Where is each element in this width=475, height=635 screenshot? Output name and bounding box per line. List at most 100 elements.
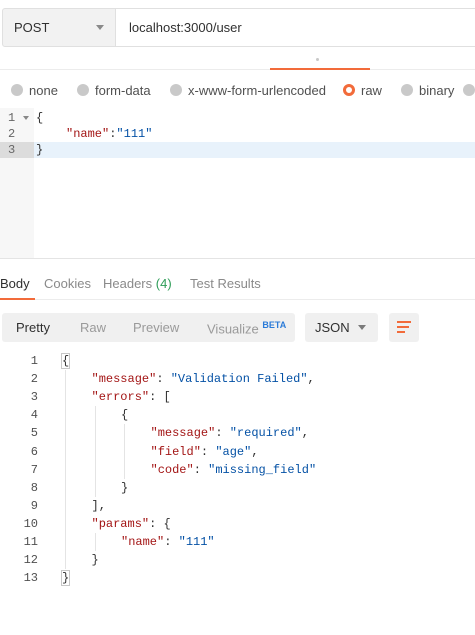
request-body-editor[interactable]: 1 { 2 "name":"111" 3 }	[0, 108, 475, 258]
headers-count-badge: (4)	[155, 276, 172, 291]
code-text: "params": {	[92, 515, 171, 533]
radio-more[interactable]	[463, 80, 475, 100]
method-select[interactable]: POST	[2, 8, 116, 47]
radio-binary[interactable]: binary	[401, 80, 454, 100]
json-punctuation: }	[62, 571, 70, 586]
line-number: 4	[30, 408, 38, 423]
radio-label: raw	[361, 82, 382, 98]
json-key: "field"	[150, 444, 201, 459]
radio-raw[interactable]: raw	[343, 80, 382, 100]
json-punctuation: :	[200, 444, 216, 459]
json-value: "missing_field"	[208, 462, 317, 477]
json-punctuation: :	[215, 426, 230, 441]
json-punctuation: :	[156, 372, 171, 387]
line-number: 10	[23, 516, 38, 531]
radio-form-data[interactable]: form-data	[77, 80, 151, 100]
response-line: 10 "params": {	[0, 515, 475, 533]
line-number: 3	[30, 390, 38, 405]
json-value: "required"	[229, 426, 302, 441]
pane-divider[interactable]	[0, 258, 475, 259]
url-input[interactable]: localhost:3000/user	[116, 8, 475, 47]
line-number: 11	[23, 535, 38, 549]
json-punctuation: }	[91, 553, 99, 568]
line-number: 2	[30, 372, 38, 387]
tab-test-results[interactable]: Test Results	[190, 276, 261, 291]
line-number: 1	[30, 354, 38, 368]
json-value: "111"	[178, 535, 215, 549]
editor-line: 2 "name":"111"	[0, 126, 475, 142]
json-punctuation: }	[121, 480, 129, 495]
code-text: "field": "age",	[151, 443, 259, 461]
radio-label: none	[29, 82, 58, 98]
code-text: {	[36, 111, 44, 125]
chevron-down-icon	[96, 25, 104, 30]
body-type-selector: none form-data x-www-form-urlencoded raw…	[0, 80, 475, 100]
active-tab-underline	[270, 68, 370, 70]
code-text: }	[121, 479, 128, 497]
wrap-lines-button[interactable]	[389, 313, 419, 342]
json-punctuation: :	[193, 462, 209, 477]
code-text: }	[62, 569, 69, 587]
response-line: 4{	[0, 406, 475, 424]
fold-arrow-icon[interactable]	[23, 116, 29, 120]
view-preview-button[interactable]: Preview	[133, 320, 179, 335]
view-pretty-button[interactable]: Pretty	[16, 320, 50, 335]
format-select[interactable]: JSON	[305, 313, 378, 342]
line-number: 3	[8, 143, 16, 157]
radio-label: form-data	[95, 82, 151, 98]
response-tabs: Body Cookies Headers (4) Test Results	[0, 270, 475, 300]
json-value: "Validation Failed"	[170, 372, 308, 387]
json-key: "code"	[150, 462, 194, 477]
json-key: "errors"	[91, 390, 150, 405]
json-punctuation: {	[62, 354, 70, 368]
json-key: "message"	[91, 372, 157, 387]
response-line: 7 "code": "missing_field"	[0, 461, 475, 479]
line-number: 13	[23, 571, 38, 586]
code-text: "name": "111"	[121, 533, 215, 551]
tab-indicator-dot	[316, 58, 319, 61]
json-value: "111"	[116, 127, 153, 141]
radio-x-www-form-urlencoded[interactable]: x-www-form-urlencoded	[170, 80, 326, 100]
line-number: 6	[30, 444, 38, 459]
radio-icon	[77, 84, 89, 96]
response-line: 5 "message": "required",	[0, 424, 475, 442]
response-line: 8}	[0, 479, 475, 497]
json-value: "age"	[215, 444, 252, 459]
code-text: {	[62, 352, 69, 370]
json-punctuation: {	[121, 408, 129, 423]
radio-none[interactable]: none	[11, 80, 58, 100]
radio-icon	[170, 84, 182, 96]
radio-label: binary	[419, 82, 455, 98]
tab-cookies[interactable]: Cookies	[44, 276, 91, 291]
json-punctuation: : {	[149, 516, 171, 531]
line-number: 12	[23, 553, 38, 568]
tab-headers[interactable]: Headers (4)	[103, 276, 172, 291]
json-punctuation: ,	[251, 444, 259, 459]
code-text: "errors": [	[92, 388, 171, 406]
response-line: 1{	[0, 352, 475, 370]
response-line: 13}	[0, 569, 475, 587]
code-text: "message": "Validation Failed",	[92, 370, 315, 388]
line-number: 5	[30, 426, 38, 441]
response-line: 9],	[0, 497, 475, 515]
view-visualize-button[interactable]: Visualize BETA	[207, 320, 286, 336]
radio-icon	[11, 84, 23, 96]
code-text: ],	[92, 497, 106, 515]
format-label: JSON	[315, 320, 350, 335]
code-text: "message": "required",	[151, 424, 309, 442]
active-tab-underline	[0, 298, 35, 300]
radio-label: x-www-form-urlencoded	[188, 82, 326, 98]
tab-body[interactable]: Body	[0, 276, 30, 291]
method-label: POST	[14, 20, 50, 35]
response-line: 11 "name": "111"	[0, 533, 475, 551]
view-raw-button[interactable]: Raw	[80, 320, 106, 335]
code-text: "code": "missing_field"	[151, 461, 317, 479]
tab-headers-label: Headers	[103, 276, 153, 291]
request-tab-strip	[0, 58, 475, 70]
editor-line: 1 {	[0, 110, 475, 126]
line-number: 9	[30, 498, 38, 513]
json-key: "params"	[91, 516, 150, 531]
view-mode-toolbar: Pretty Raw Preview Visualize BETA	[2, 313, 295, 342]
code-text: }	[92, 551, 99, 569]
json-key: "name"	[121, 535, 165, 549]
